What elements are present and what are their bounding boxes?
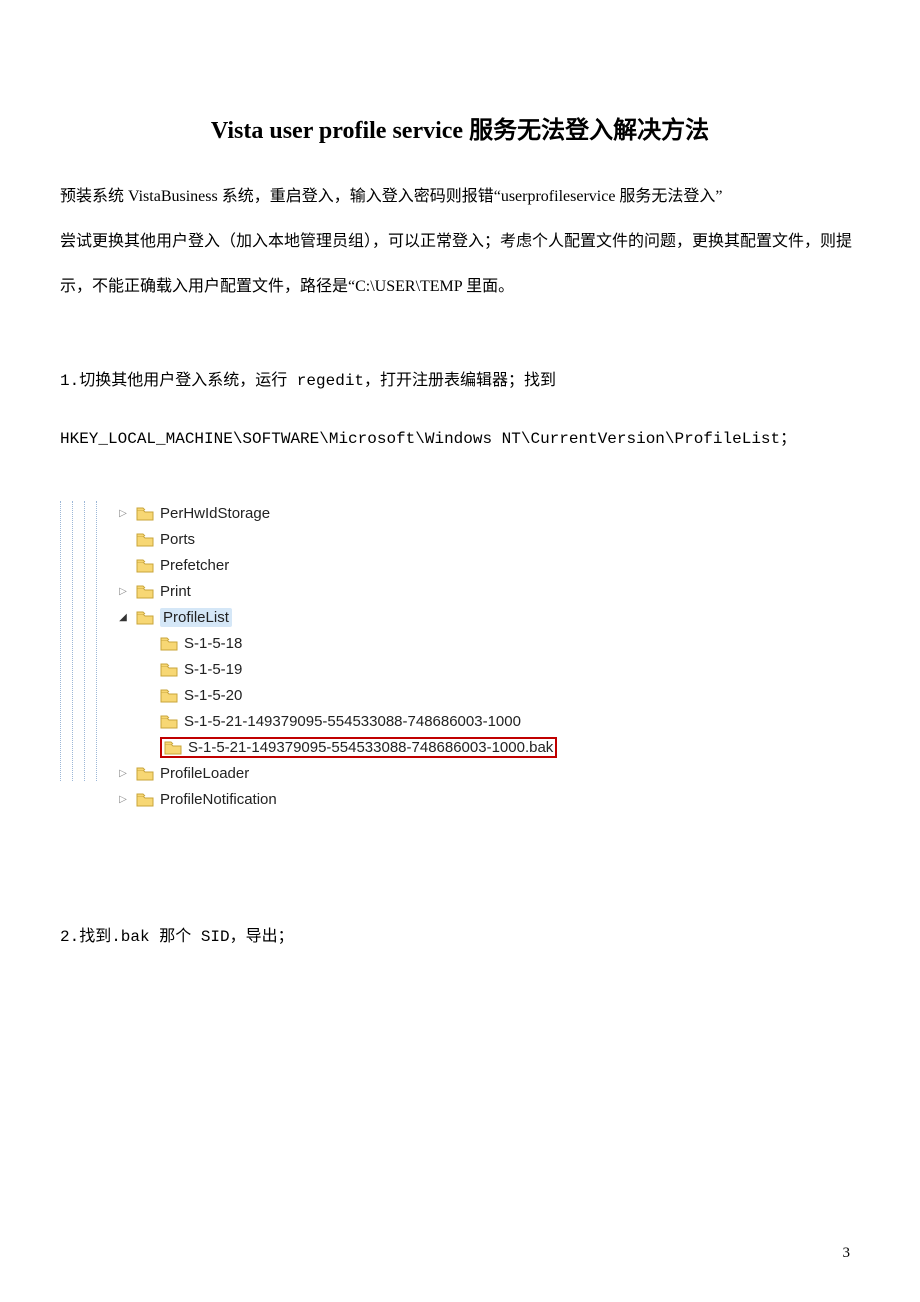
chevron-right-icon[interactable]: ▷ bbox=[116, 586, 130, 597]
chevron-right-icon[interactable]: ▷ bbox=[116, 794, 130, 805]
guide-line bbox=[60, 501, 61, 781]
chevron-down-icon[interactable]: ◢ bbox=[116, 612, 130, 623]
tree-label: S-1-5-21-149379095-554533088-748686003-1… bbox=[184, 713, 521, 730]
folder-icon bbox=[160, 663, 178, 677]
tree-label-selected: ProfileList bbox=[160, 608, 232, 627]
folder-icon bbox=[160, 715, 178, 729]
folder-icon bbox=[164, 741, 182, 755]
tree-label: S-1-5-20 bbox=[184, 687, 242, 704]
tree-node[interactable]: S-1-5-21-149379095-554533088-748686003-1… bbox=[116, 709, 557, 735]
tree-label: Prefetcher bbox=[160, 557, 229, 574]
tree-node[interactable]: S-1-5-20 bbox=[116, 683, 557, 709]
folder-icon bbox=[136, 559, 154, 573]
chevron-right-icon[interactable]: ▷ bbox=[116, 768, 130, 779]
tree-label: ProfileNotification bbox=[160, 791, 277, 808]
folder-icon bbox=[136, 507, 154, 521]
step-1-line-a: 1.切换其他用户登入系统，运行 regedit，打开注册表编辑器；找到 bbox=[60, 361, 860, 403]
tree-node[interactable]: S-1-5-19 bbox=[116, 657, 557, 683]
folder-icon bbox=[136, 793, 154, 807]
page: Vista user profile service 服务无法登入解决方法 预装… bbox=[0, 0, 920, 1302]
tree-label: PerHwIdStorage bbox=[160, 505, 270, 522]
guide-line bbox=[72, 501, 73, 781]
page-number: 3 bbox=[843, 1245, 851, 1262]
page-title: Vista user profile service 服务无法登入解决方法 bbox=[60, 110, 860, 145]
tree-label: S-1-5-19 bbox=[184, 661, 242, 678]
spacer bbox=[60, 309, 860, 345]
folder-icon bbox=[160, 689, 178, 703]
folder-icon bbox=[136, 585, 154, 599]
tree-label: S-1-5-21-149379095-554533088-748686003-1… bbox=[188, 739, 553, 756]
highlighted-sid-bak: S-1-5-21-149379095-554533088-748686003-1… bbox=[160, 737, 557, 758]
tree-label: Ports bbox=[160, 531, 195, 548]
tree-node-expanded[interactable]: ◢ ProfileList bbox=[116, 605, 557, 631]
tree-node-highlighted[interactable]: S-1-5-21-149379095-554533088-748686003-1… bbox=[116, 735, 557, 761]
tree-node[interactable]: ▷ ProfileLoader bbox=[116, 761, 557, 787]
tree-node[interactable]: ▷ PerHwIdStorage bbox=[116, 501, 557, 527]
chevron-right-icon[interactable]: ▷ bbox=[116, 508, 130, 519]
tree-label: ProfileLoader bbox=[160, 765, 249, 782]
tree-label: Print bbox=[160, 583, 191, 600]
step-1-line-b: HKEY_LOCAL_MACHINE\SOFTWARE\Microsoft\Wi… bbox=[60, 419, 860, 461]
step-2: 2.找到.bak 那个 SID，导出； bbox=[60, 917, 860, 959]
tree-node[interactable]: Ports bbox=[116, 527, 557, 553]
tree-node[interactable]: S-1-5-18 bbox=[116, 631, 557, 657]
guide-line bbox=[84, 501, 85, 781]
tree-node[interactable]: ▷ ProfileNotification bbox=[116, 787, 557, 813]
registry-tree-figure: ▷ PerHwIdStorage Ports Prefetcher bbox=[60, 501, 780, 781]
paragraph-intro-1: 预装系统 VistaBusiness 系统，重启登入，输入登入密码则报错“use… bbox=[60, 175, 860, 220]
guide-line bbox=[96, 501, 97, 781]
tree-node[interactable]: Prefetcher bbox=[116, 553, 557, 579]
folder-icon bbox=[136, 767, 154, 781]
folder-icon bbox=[136, 533, 154, 547]
folder-icon bbox=[136, 611, 154, 625]
tree-label: S-1-5-18 bbox=[184, 635, 242, 652]
registry-tree: ▷ PerHwIdStorage Ports Prefetcher bbox=[116, 501, 557, 813]
paragraph-intro-2: 尝试更换其他用户登入（加入本地管理员组），可以正常登入；考虑个人配置文件的问题，… bbox=[60, 220, 860, 310]
tree-node[interactable]: ▷ Print bbox=[116, 579, 557, 605]
folder-icon bbox=[160, 637, 178, 651]
